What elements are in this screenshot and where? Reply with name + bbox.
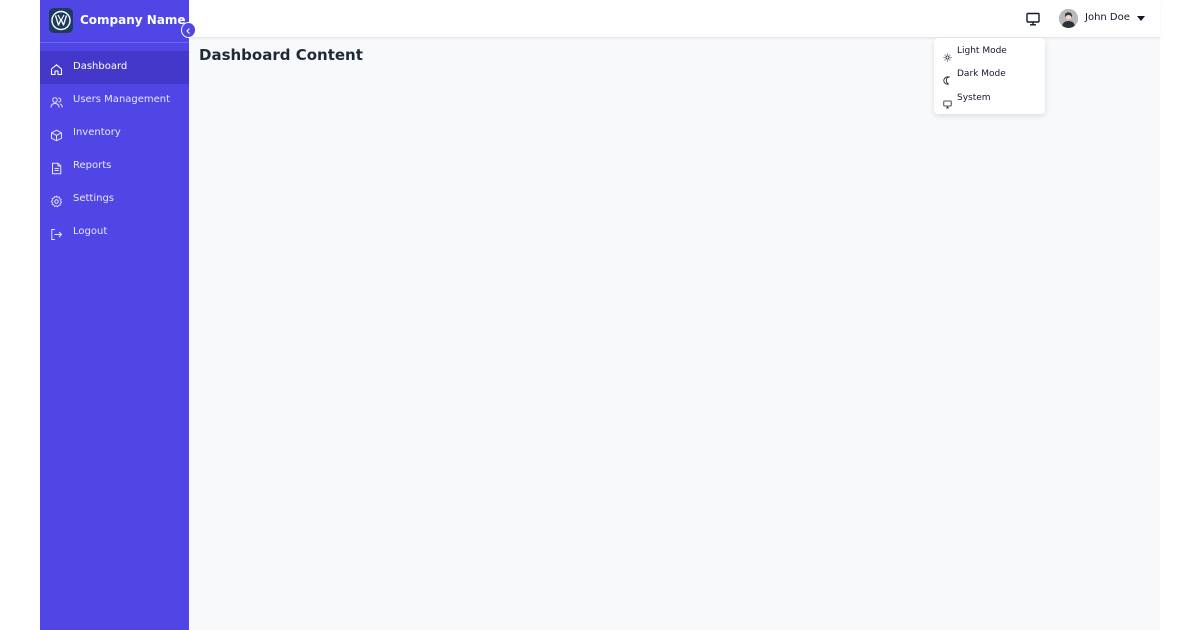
theme-option-dark-mode[interactable]: Dark Mode: [934, 64, 1045, 85]
sidebar-nav: Dashboard Users Management Inventory Rep…: [40, 51, 189, 249]
logout-icon: [50, 226, 63, 240]
gear-icon: [50, 193, 63, 208]
sidebar-item-dashboard[interactable]: Dashboard: [40, 51, 189, 84]
theme-option-label: Dark Mode: [957, 69, 1006, 79]
theme-option-system[interactable]: System: [934, 88, 1045, 109]
sun-icon: [943, 47, 952, 62]
theme-option-label: Light Mode: [957, 46, 1007, 56]
document-icon: [50, 160, 63, 175]
sidebar-item-label: Reports: [73, 160, 112, 171]
sidebar-item-label: Settings: [73, 193, 115, 204]
user-menu-button[interactable]: John Doe: [1059, 8, 1149, 28]
box-icon: [50, 127, 63, 142]
theme-option-light-mode[interactable]: Light Mode: [934, 41, 1045, 62]
user-name: John Doe: [1085, 12, 1130, 23]
theme-dropdown-menu: Light Mode Dark Mode System: [934, 38, 1045, 114]
vw-logo-icon: [49, 8, 73, 33]
sidebar-item-reports[interactable]: Reports: [40, 150, 189, 183]
sidebar-item-settings[interactable]: Settings: [40, 183, 189, 216]
sidebar-collapse-button[interactable]: [181, 22, 196, 38]
home-icon: [50, 61, 63, 76]
monitor-icon: [1025, 12, 1041, 31]
sidebar-item-logout[interactable]: Logout: [40, 216, 189, 249]
avatar: [1059, 9, 1078, 28]
company-name: Company Name: [80, 13, 186, 27]
sidebar-item-label: Logout: [73, 226, 108, 237]
sidebar-item-label: Inventory: [73, 127, 121, 138]
moon-icon: [943, 70, 952, 85]
caret-down-icon: [1137, 16, 1145, 21]
monitor-icon: [943, 94, 952, 109]
sidebar-item-inventory[interactable]: Inventory: [40, 117, 189, 150]
app-shell: Company Name Dashboard Users Management …: [40, 0, 1160, 630]
sidebar-item-users-management[interactable]: Users Management: [40, 84, 189, 117]
users-icon: [50, 94, 63, 108]
brand-header: Company Name: [40, 0, 189, 43]
chevron-left-icon: [182, 23, 195, 42]
top-navbar: John Doe: [189, 0, 1160, 38]
theme-toggle-button[interactable]: [1025, 11, 1041, 27]
sidebar-item-label: Dashboard: [73, 61, 128, 72]
page-title: Dashboard Content: [199, 46, 363, 64]
theme-option-label: System: [957, 93, 991, 103]
sidebar-item-label: Users Management: [73, 94, 171, 105]
sidebar: Company Name Dashboard Users Management …: [40, 0, 189, 630]
